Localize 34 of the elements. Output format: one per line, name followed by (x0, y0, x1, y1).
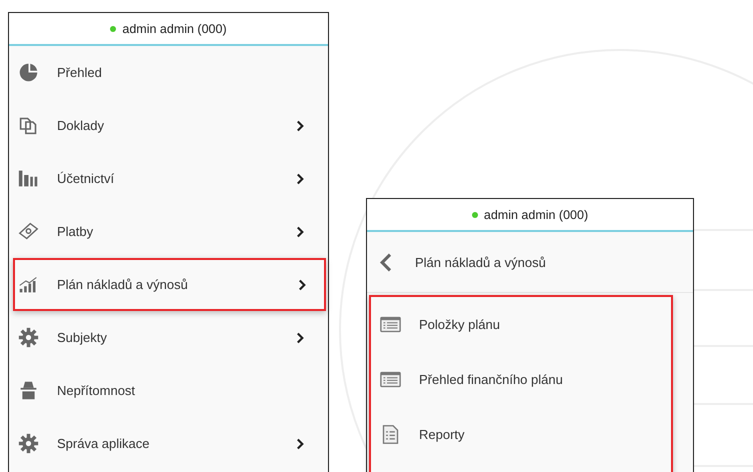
documents-icon (18, 115, 39, 136)
menu-item-label: Správa aplikace (57, 436, 150, 451)
submenu-item-label: Reporty (419, 427, 466, 442)
menu-item[interactable]: Přehled (9, 46, 328, 99)
menu-item[interactable]: Plán nákladů a výnosů (13, 258, 326, 311)
menu-item[interactable]: Správa aplikace (9, 417, 328, 470)
menu-item[interactable]: Účetnictví (9, 152, 328, 205)
submenu-item[interactable]: Položky plánu (371, 297, 671, 352)
back-button[interactable]: Plán nákladů a výnosů (367, 232, 693, 293)
submenu-title: Plán nákladů a výnosů (415, 254, 547, 270)
menu-item-label: Nepřítomnost (57, 383, 136, 398)
menu-item[interactable]: Subjekty (9, 311, 328, 364)
menu-item-label: Doklady (57, 118, 105, 133)
list-icon (380, 314, 401, 335)
menu-item-label: Přehled (57, 65, 103, 80)
banknote-icon (18, 221, 39, 242)
menu-item[interactable]: Nepřítomnost (9, 364, 328, 417)
menu-item-label: Účetnictví (57, 171, 116, 186)
user-name: admin admin (000) (484, 208, 588, 222)
menu-item[interactable]: Doklady (9, 99, 328, 152)
pie-chart-icon (18, 62, 39, 83)
list-icon (380, 369, 401, 390)
menu-item-label: Plán nákladů a výnosů (57, 277, 189, 292)
menu-item-label: Platby (57, 224, 94, 239)
user-name: admin admin (000) (122, 22, 227, 36)
report-icon (380, 424, 401, 445)
books-icon (18, 168, 39, 189)
spy-icon (18, 380, 39, 401)
menu-item-label: Subjekty (57, 330, 108, 345)
submenu-item-label: Položky plánu (419, 317, 501, 332)
submenu-item[interactable]: Přehled finančního plánu (371, 352, 671, 407)
menu-item[interactable]: Platby (9, 205, 328, 258)
submenu-item-label: Přehled finančního plánu (419, 372, 564, 387)
submenu-item[interactable]: Reporty (371, 407, 671, 462)
